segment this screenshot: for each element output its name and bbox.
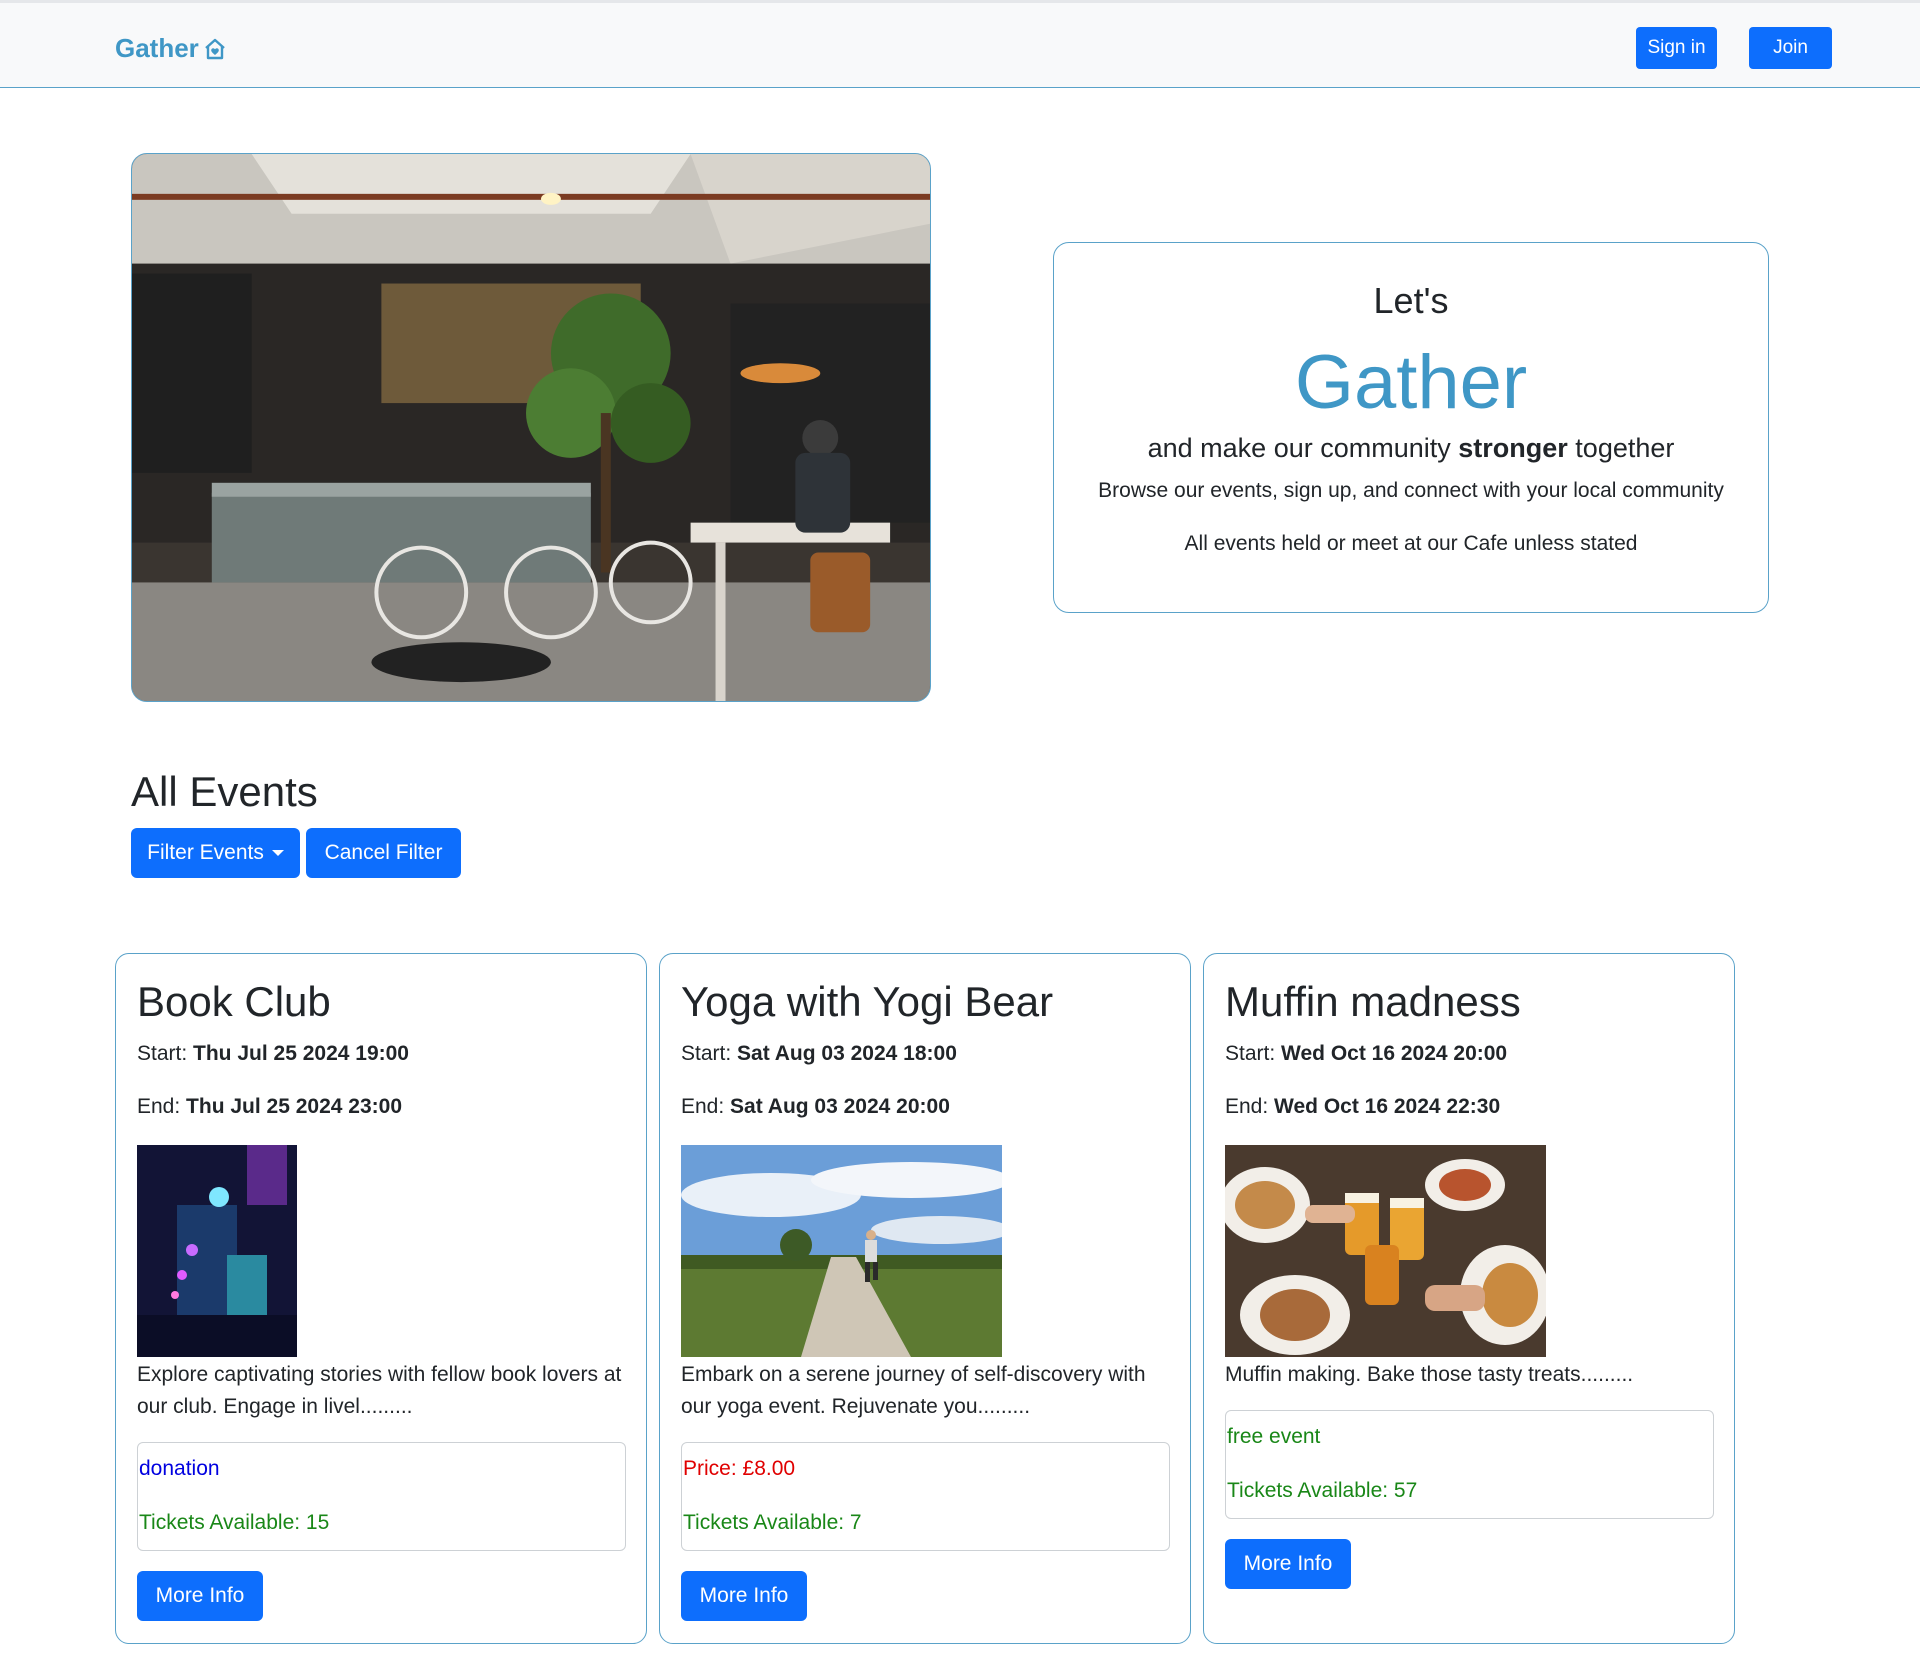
more-info-button[interactable]: More Info [681, 1571, 807, 1621]
more-info-button[interactable]: More Info [137, 1571, 263, 1621]
neon-lights-image [137, 1145, 297, 1357]
cancel-filter-button[interactable]: Cancel Filter [306, 828, 461, 878]
ticket-info-box: free event Tickets Available: 57 [1225, 1410, 1714, 1519]
tickets-available: Tickets Available: 57 [1227, 1479, 1418, 1502]
filter-events-label: Filter Events [147, 841, 264, 864]
event-start-label: Start: [137, 1042, 194, 1065]
event-price: Price: £8.00 [683, 1457, 796, 1480]
event-description: Muffin making. Bake those tasty treats..… [1225, 1363, 1634, 1386]
event-end: End: Wed Oct 16 2024 22:30 [1225, 1095, 1500, 1119]
hero-browse-text: Browse our events, sign up, and connect … [1098, 479, 1724, 502]
tagline-end: together [1567, 433, 1675, 463]
event-price: free event [1227, 1425, 1321, 1448]
brand-link[interactable]: Gather [115, 33, 227, 64]
hero-tagline: and make our community stronger together [1054, 433, 1768, 464]
event-end-label: End: [137, 1095, 187, 1118]
sign-in-button[interactable]: Sign in [1636, 27, 1717, 69]
event-description: Embark on a serene journey of self-disco… [681, 1363, 1146, 1418]
event-card: Book Club Start: Thu Jul 25 2024 19:00 E… [115, 953, 647, 1644]
event-start: Start: Sat Aug 03 2024 18:00 [681, 1042, 957, 1066]
event-end-label: End: [681, 1095, 731, 1118]
event-end-label: End: [1225, 1095, 1275, 1118]
tagline-start: and make our community [1147, 433, 1459, 463]
ticket-info-box: Price: £8.00 Tickets Available: 7 [681, 1442, 1170, 1551]
event-card: Yoga with Yogi Bear Start: Sat Aug 03 20… [659, 953, 1191, 1644]
house-heart-icon [205, 38, 225, 59]
event-start-label: Start: [681, 1042, 738, 1065]
hero-held-text: All events held or meet at our Cafe unle… [1184, 532, 1638, 555]
food-and-drinks-image [1225, 1145, 1546, 1357]
hero-cafe-image [131, 153, 931, 702]
hero-gather-title: Gather [1294, 340, 1528, 425]
join-button[interactable]: Join [1749, 27, 1832, 69]
event-start-value: Wed Oct 16 2024 20:00 [1281, 1042, 1508, 1065]
event-start-value: Sat Aug 03 2024 18:00 [737, 1042, 957, 1065]
event-start-value: Thu Jul 25 2024 19:00 [193, 1042, 409, 1065]
event-end: End: Sat Aug 03 2024 20:00 [681, 1095, 950, 1119]
all-events-heading: All Events [131, 768, 318, 815]
tagline-bold: stronger [1458, 433, 1568, 463]
event-title: Muffin madness [1225, 978, 1521, 1025]
hero-card: Let's Gather and make our community stro… [1053, 242, 1769, 613]
event-price: donation [139, 1457, 220, 1480]
event-end-value: Thu Jul 25 2024 23:00 [186, 1095, 402, 1118]
event-description: Explore captivating stories with fellow … [137, 1363, 622, 1418]
event-start-label: Start: [1225, 1042, 1282, 1065]
event-start: Start: Thu Jul 25 2024 19:00 [137, 1042, 409, 1066]
event-title: Yoga with Yogi Bear [681, 978, 1054, 1025]
event-end: End: Thu Jul 25 2024 23:00 [137, 1095, 402, 1119]
navbar: Gather Sign in Join [0, 0, 1920, 88]
event-end-value: Sat Aug 03 2024 20:00 [730, 1095, 950, 1118]
brand-name: Gather [115, 33, 199, 63]
caret-down-icon [271, 850, 284, 856]
event-card: Muffin madness Start: Wed Oct 16 2024 20… [1203, 953, 1735, 1644]
more-info-button[interactable]: More Info [1225, 1539, 1351, 1589]
ticket-info-box: donation Tickets Available: 15 [137, 1442, 626, 1551]
event-end-value: Wed Oct 16 2024 22:30 [1274, 1095, 1501, 1118]
event-title: Book Club [137, 978, 331, 1025]
event-start: Start: Wed Oct 16 2024 20:00 [1225, 1042, 1507, 1066]
runner-path-image [681, 1145, 1002, 1357]
tickets-available: Tickets Available: 7 [683, 1511, 862, 1534]
tickets-available: Tickets Available: 15 [139, 1511, 330, 1534]
hero-lets-text: Let's [1373, 280, 1449, 321]
filter-events-button[interactable]: Filter Events [131, 828, 300, 878]
